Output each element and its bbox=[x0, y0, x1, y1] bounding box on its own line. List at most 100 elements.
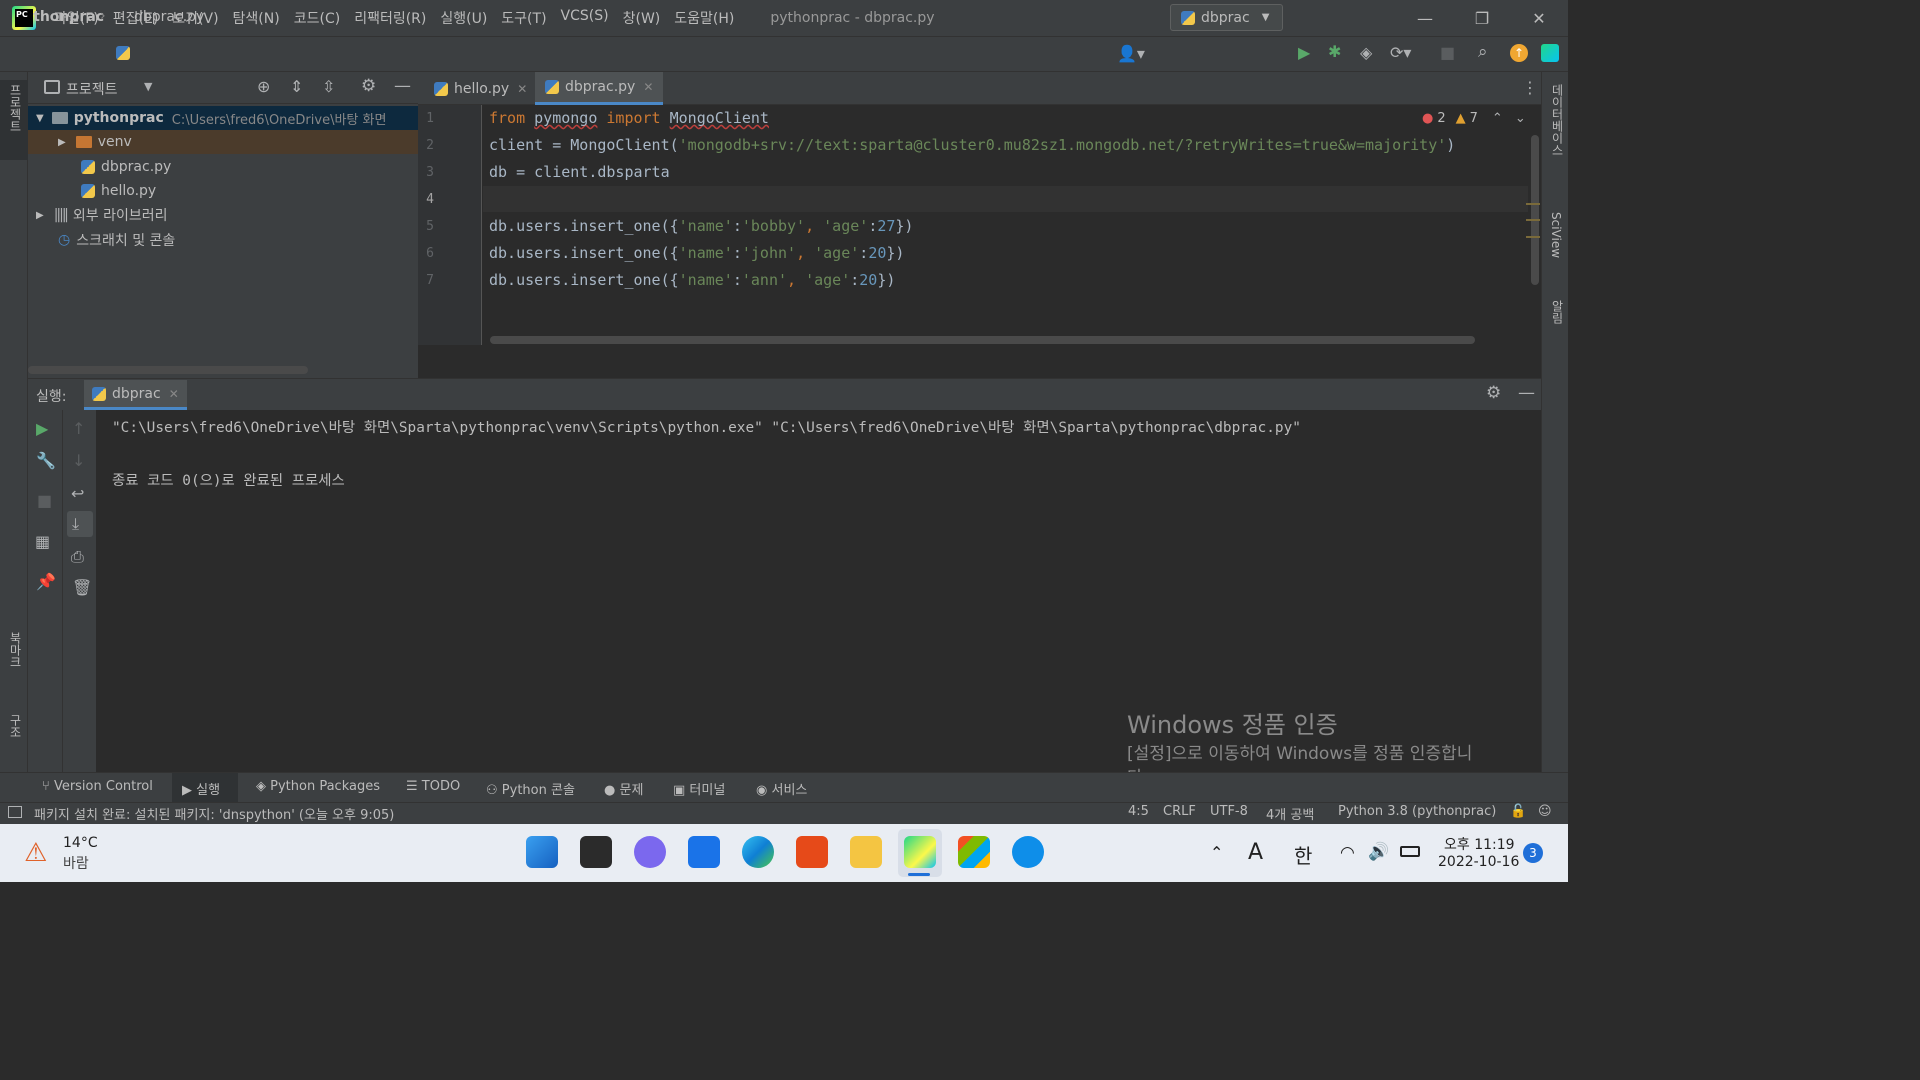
menu-refactor[interactable]: 리팩터링(R) bbox=[354, 8, 426, 28]
ime-mode[interactable]: A bbox=[1248, 840, 1263, 865]
tw-python-console[interactable]: ⚇ Python 콘솔 bbox=[486, 779, 575, 798]
edge-icon[interactable] bbox=[742, 836, 774, 868]
tw-services[interactable]: ◉ 서비스 bbox=[756, 779, 807, 798]
print-icon[interactable]: ⎙ bbox=[71, 547, 84, 567]
start-icon[interactable] bbox=[526, 836, 558, 868]
stop-icon[interactable]: ■ bbox=[1440, 43, 1455, 62]
chevron-up-icon[interactable]: ⌃ bbox=[1492, 111, 1503, 126]
hide-icon[interactable]: — bbox=[1518, 383, 1535, 403]
menu-code[interactable]: 코드(C) bbox=[294, 8, 340, 28]
close-icon[interactable]: ✕ bbox=[517, 82, 527, 96]
gear-icon[interactable]: ⚙ bbox=[1486, 383, 1501, 403]
minimize-button[interactable]: — bbox=[1396, 0, 1454, 36]
tw-run[interactable]: ▶ 실행 bbox=[182, 779, 220, 798]
caret-position[interactable]: 4:5 bbox=[1128, 804, 1149, 819]
tw-version-control[interactable]: ⑂ Version Control bbox=[42, 779, 153, 794]
soft-wrap-icon[interactable]: ↩ bbox=[71, 484, 84, 503]
notifications-toolwindow-button[interactable]: 알림 bbox=[1545, 298, 1567, 348]
lock-icon[interactable]: 🔓 bbox=[1510, 804, 1526, 819]
restore-button[interactable]: ❐ bbox=[1453, 0, 1511, 36]
file-encoding[interactable]: UTF-8 bbox=[1210, 804, 1248, 819]
more-options-icon[interactable]: ⋮ bbox=[1522, 78, 1538, 97]
bookmarks-toolwindow-button[interactable]: 북마크 bbox=[0, 628, 28, 698]
indent-setting[interactable]: 4개 공백 bbox=[1266, 804, 1314, 823]
tab-hello-py[interactable]: hello.py ✕ bbox=[424, 72, 537, 105]
volume-icon[interactable]: 🔊 bbox=[1368, 842, 1389, 862]
battery-icon[interactable] bbox=[1400, 846, 1420, 857]
project-toolwindow-button[interactable]: 프로젝트 bbox=[0, 80, 28, 160]
menu-vcs[interactable]: VCS(S) bbox=[561, 8, 609, 28]
hide-icon[interactable]: — bbox=[394, 76, 411, 96]
menu-window[interactable]: 창(W) bbox=[623, 8, 661, 28]
warning-marker[interactable] bbox=[1526, 203, 1540, 205]
clock-date[interactable]: 2022-10-16 bbox=[1438, 854, 1519, 870]
warning-marker[interactable] bbox=[1526, 219, 1540, 221]
tw-todo[interactable]: ☰ TODO bbox=[406, 779, 460, 794]
tree-item-venv[interactable]: ▶ venv bbox=[28, 130, 418, 154]
database-toolwindow-button[interactable]: 데이터베이스 bbox=[1545, 82, 1567, 192]
run-config-select[interactable]: dbprac ▼ bbox=[1170, 4, 1283, 31]
warning-marker[interactable] bbox=[1526, 236, 1540, 238]
tree-item-external-libs[interactable]: ▶ |||‖ 외부 라이브러리 bbox=[28, 203, 418, 227]
wifi-icon[interactable]: ◠ bbox=[1340, 843, 1355, 863]
editor-hscrollbar[interactable] bbox=[490, 336, 1475, 344]
tree-item-scratches[interactable]: ◷ 스크래치 및 콘솔 bbox=[28, 228, 418, 252]
search-icon[interactable]: ⌕ bbox=[1478, 42, 1488, 62]
mail-icon[interactable] bbox=[688, 836, 720, 868]
breadcrumb-file[interactable]: dbprac.py bbox=[134, 9, 204, 25]
rerun-icon[interactable]: ▶ bbox=[36, 419, 48, 438]
weather-desc[interactable]: 바람 bbox=[63, 853, 89, 873]
status-message[interactable]: 패키지 설치 완료: 설치된 패키지: 'dnspython' (오늘 오후 9… bbox=[34, 804, 394, 823]
run-icon[interactable]: ▶ bbox=[1298, 43, 1310, 62]
tab-dbprac-py[interactable]: dbprac.py ✕ bbox=[535, 72, 664, 105]
inspector-icon[interactable]: ☺ bbox=[1538, 804, 1552, 819]
debug-icon[interactable]: ✱ bbox=[1328, 42, 1341, 61]
teams-chat-icon[interactable] bbox=[634, 836, 666, 868]
pycharm-taskbar-icon[interactable] bbox=[904, 836, 936, 868]
editor-vscrollbar[interactable] bbox=[1531, 135, 1539, 285]
interpreter[interactable]: Python 3.8 (pythonprac) bbox=[1338, 804, 1496, 819]
stop-icon[interactable]: ■ bbox=[37, 491, 52, 510]
menu-navigate[interactable]: 탐색(N) bbox=[233, 8, 280, 28]
tw-python-packages[interactable]: ◈ Python Packages bbox=[256, 779, 380, 794]
chevron-down-icon[interactable]: ⌄ bbox=[1515, 111, 1526, 126]
teamviewer-icon[interactable] bbox=[1012, 836, 1044, 868]
expand-all-icon[interactable]: ⇕ bbox=[290, 77, 303, 96]
weather-icon[interactable]: ⚠ bbox=[24, 838, 54, 868]
line-separator[interactable]: CRLF bbox=[1163, 804, 1196, 819]
clock-time[interactable]: 오후 11:19 bbox=[1444, 834, 1515, 854]
chevron-down-icon[interactable]: ▼ bbox=[144, 80, 152, 93]
weather-temp[interactable]: 14°C bbox=[63, 835, 98, 851]
toggle-toolwindows-icon[interactable] bbox=[8, 806, 22, 818]
collapse-all-icon[interactable]: ⇳ bbox=[322, 77, 335, 96]
toolbox-icon[interactable] bbox=[1541, 44, 1559, 62]
store-icon[interactable] bbox=[958, 836, 990, 868]
update-icon[interactable]: ↑ bbox=[1510, 44, 1528, 62]
structure-toolwindow-button[interactable]: 구조 bbox=[0, 710, 28, 762]
wrench-icon[interactable]: 🔧 bbox=[36, 451, 56, 470]
gear-icon[interactable]: ⚙ bbox=[361, 76, 376, 96]
file-explorer-icon[interactable] bbox=[850, 836, 882, 868]
office-icon[interactable] bbox=[796, 836, 828, 868]
project-hscrollbar[interactable] bbox=[28, 366, 308, 374]
notification-badge[interactable]: 3 bbox=[1523, 843, 1543, 863]
run-tab-dbprac[interactable]: dbprac ✕ bbox=[84, 380, 187, 410]
task-view-icon[interactable] bbox=[580, 836, 612, 868]
menu-help[interactable]: 도움말(H) bbox=[674, 8, 734, 28]
menu-run[interactable]: 실행(U) bbox=[440, 8, 487, 28]
coverage-icon[interactable]: ◈ bbox=[1360, 43, 1372, 62]
tree-item-root[interactable]: ▼ pythonprac C:\Users\fred6\OneDrive\바탕 … bbox=[28, 106, 418, 130]
tw-terminal[interactable]: ▣ 터미널 bbox=[673, 779, 725, 798]
menu-tools[interactable]: 도구(T) bbox=[501, 8, 546, 28]
arrow-down-icon[interactable]: ↓ bbox=[72, 451, 85, 470]
close-icon[interactable]: ✕ bbox=[643, 80, 653, 94]
user-icon[interactable]: 👤▾ bbox=[1117, 44, 1145, 63]
tw-problems[interactable]: ● 문제 bbox=[604, 779, 643, 798]
project-panel-title[interactable]: 프로젝트 bbox=[66, 79, 118, 99]
inspection-widget[interactable]: ● 2 ▲ 7 ⌃ ⌄ bbox=[1418, 111, 1530, 126]
tree-item-dbprac[interactable]: dbprac.py bbox=[28, 155, 418, 179]
sciview-toolwindow-button[interactable]: SciView bbox=[1545, 210, 1567, 280]
scroll-to-end-button[interactable] bbox=[67, 511, 93, 537]
locate-icon[interactable]: ⊕ bbox=[257, 77, 270, 96]
chevron-up-icon[interactable]: ⌃ bbox=[1210, 843, 1223, 862]
